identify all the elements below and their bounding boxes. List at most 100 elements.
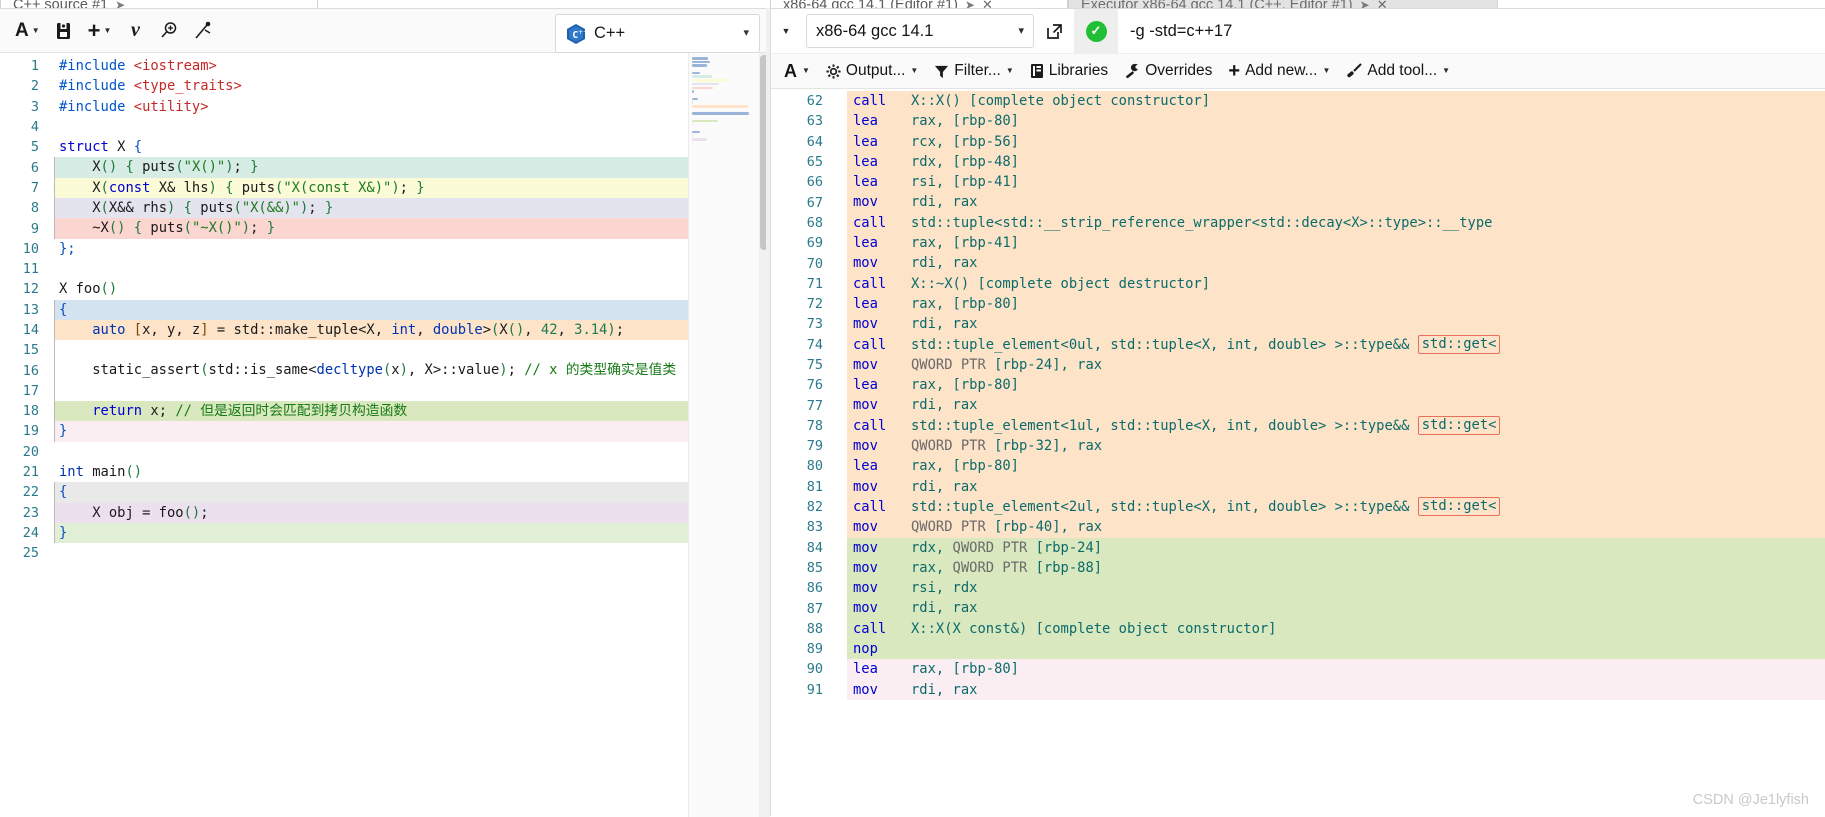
asm-symbol: std::tuple_element<0ul, std::tuple<X, in… xyxy=(911,336,1418,353)
asm-line[interactable]: 85 mov rax, QWORD PTR [rbp-88] xyxy=(771,557,1825,579)
font-size-button[interactable]: A ▼ xyxy=(777,56,817,86)
filter-button[interactable]: Filter... ▼ xyxy=(927,56,1020,86)
asm-line[interactable]: 80 lea rax, [rbp-80] xyxy=(771,456,1825,477)
code-text: X foo() xyxy=(59,281,118,298)
asm-line[interactable]: 81 mov rdi, rax xyxy=(771,476,1825,497)
overrides-button[interactable]: Overrides xyxy=(1117,56,1219,86)
code-line[interactable]: 20 xyxy=(0,442,770,462)
asm-line[interactable]: 86 mov rsi, rdx xyxy=(771,578,1825,599)
asm-line[interactable]: 78 call std::tuple_element<1ul, std::tuple… xyxy=(771,415,1825,437)
code-line[interactable]: 25 xyxy=(0,543,770,563)
asm-line[interactable]: 63 lea rax, [rbp-80] xyxy=(771,111,1825,132)
fold-gutter xyxy=(47,117,55,137)
add-button[interactable]: + ▼ xyxy=(83,15,117,47)
assembly-output[interactable]: 62 call X::X() [complete object constructo… xyxy=(771,89,1825,817)
asm-line[interactable]: 87 mov rdi, rax xyxy=(771,598,1825,619)
pane-splitter[interactable] xyxy=(766,8,770,816)
code-line[interactable]: 9 ~X() { puts("~X()"); } xyxy=(0,218,770,239)
code-line[interactable]: 2 #include <type_traits> xyxy=(0,76,770,96)
highlighted-symbol[interactable]: std::get< xyxy=(1417,497,1501,517)
asm-line[interactable]: 65 lea rdx, [rbp-48] xyxy=(771,151,1825,173)
asm-mnemonic: lea xyxy=(853,113,878,130)
asm-operand: rax, xyxy=(911,559,953,576)
output-button[interactable]: Output... ▼ xyxy=(819,56,925,86)
highlighted-symbol[interactable]: std::get< xyxy=(1417,335,1501,355)
code-line[interactable]: 1 #include <iostream> xyxy=(0,56,770,76)
vim-mode-button[interactable]: v xyxy=(120,15,150,47)
asm-line[interactable]: 77 mov rdi, rax xyxy=(771,395,1825,416)
asm-line[interactable]: 88 call X::X(X const&) [complete object co… xyxy=(771,618,1825,640)
libraries-button[interactable]: Libraries xyxy=(1023,56,1115,86)
highlighted-symbol[interactable]: std::get< xyxy=(1417,416,1501,436)
asm-operands: rax, [rbp-41] xyxy=(905,233,1825,253)
line-number: 15 xyxy=(22,342,39,359)
add-new-button[interactable]: + Add new... ▼ xyxy=(1221,56,1337,86)
code-line[interactable]: 18 return x; // 但是返回时会匹配到拷贝构造函数 xyxy=(0,401,770,422)
code-line[interactable]: 22 { xyxy=(0,482,770,503)
code-line[interactable]: 4 xyxy=(0,117,770,137)
asm-line[interactable]: 75 mov QWORD PTR [rbp-24], rax xyxy=(771,354,1825,376)
asm-line[interactable]: 66 lea rsi, [rbp-41] xyxy=(771,172,1825,193)
asm-line[interactable]: 91 mov rdi, rax xyxy=(771,679,1825,700)
line-number: 83 xyxy=(806,519,823,536)
fold-gutter xyxy=(47,177,55,199)
code-line[interactable]: 11 xyxy=(0,259,770,279)
asm-line[interactable]: 68 call std::tuple<std::__strip_reference_… xyxy=(771,212,1825,234)
add-tool-button[interactable]: Add tool... ▼ xyxy=(1339,56,1457,86)
popout-button[interactable] xyxy=(1034,9,1074,53)
code-line[interactable]: 6 X() { puts("X()"); } xyxy=(0,157,770,178)
asm-line[interactable]: 83 mov QWORD PTR [rbp-40], rax xyxy=(771,517,1825,538)
code-line[interactable]: 14 auto [x, y, z] = std::make_tuple<X, i… xyxy=(0,319,770,341)
fold-gutter xyxy=(47,502,55,523)
asm-line[interactable]: 70 mov rdi, rax xyxy=(771,253,1825,274)
asm-line[interactable]: 89 nop xyxy=(771,639,1825,660)
asm-operands: QWORD PTR [rbp-40], rax xyxy=(905,517,1825,537)
code-line[interactable]: 10}; xyxy=(0,239,770,259)
asm-line[interactable]: 67 mov rdi, rax xyxy=(771,192,1825,213)
asm-line[interactable]: 79 mov QWORD PTR [rbp-32], rax xyxy=(771,436,1825,457)
code-line[interactable]: 24} xyxy=(0,522,770,544)
asm-line[interactable]: 62 call X::X() [complete object constructo… xyxy=(771,91,1825,112)
asm-line[interactable]: 64 lea rcx, [rbp-56] xyxy=(771,131,1825,152)
chevron-down-icon: ▼ xyxy=(1322,66,1331,75)
font-size-button[interactable]: A ▼ xyxy=(10,15,45,47)
asm-line[interactable]: 69 lea rax, [rbp-41] xyxy=(771,233,1825,254)
asm-line[interactable]: 82 call std::tuple_element<2ul, std::tuple… xyxy=(771,496,1825,518)
asm-operands: rdi, rax xyxy=(905,680,1825,700)
quick-search-button[interactable] xyxy=(154,15,184,47)
code-line[interactable]: 7 X(const X& lhs) { puts("X(const X&)");… xyxy=(0,177,770,199)
asm-line[interactable]: 90 lea rax, [rbp-80] xyxy=(771,659,1825,680)
language-select[interactable]: C ++ C++ ▾ xyxy=(555,14,760,53)
line-number: 63 xyxy=(806,113,823,130)
compiler-options-input[interactable] xyxy=(1118,9,1825,53)
code-line[interactable]: 13 { xyxy=(0,299,770,320)
compile-status[interactable]: ✓ xyxy=(1074,9,1118,53)
asm-line[interactable]: 72 lea rax, [rbp-80] xyxy=(771,293,1825,315)
save-button[interactable] xyxy=(49,15,79,47)
asm-operand: rsi, rdx xyxy=(911,580,978,597)
asm-line[interactable]: 73 mov rdi, rax xyxy=(771,314,1825,335)
asm-line[interactable]: 74 call std::tuple_element<0ul, std::tuple… xyxy=(771,334,1825,355)
code-line[interactable]: 17 xyxy=(0,380,770,402)
compiler-select[interactable]: x86-64 gcc 14.1 ▾ xyxy=(806,14,1034,48)
code-line[interactable]: 12 X foo() xyxy=(0,279,770,299)
code-line[interactable]: 19} xyxy=(0,421,770,442)
collapse-caret-icon[interactable]: ▼ xyxy=(771,9,801,53)
magnifier-icon xyxy=(161,21,177,38)
code-line[interactable]: 16 static_assert(std::is_same<decltype(x… xyxy=(0,360,770,381)
code-line[interactable]: 8 X(X&& rhs) { puts("X(&&)"); } xyxy=(0,198,770,219)
code-line[interactable]: 3 #include <utility> xyxy=(0,97,770,117)
code-line[interactable]: 5 struct X { xyxy=(0,137,770,157)
asm-line[interactable]: 76 lea rax, [rbp-80] xyxy=(771,375,1825,396)
code-editor[interactable]: 1 #include <iostream> 2 #include <type_trai… xyxy=(0,53,770,817)
code-line[interactable]: 21 int main() xyxy=(0,462,770,482)
format-button[interactable] xyxy=(188,15,218,47)
plus-icon: + xyxy=(87,17,101,43)
asm-symbol: X::~X() [complete object destructor] xyxy=(911,275,1211,292)
asm-operands: rax, [rbp-80] xyxy=(905,375,1825,395)
button-label: Overrides xyxy=(1145,62,1213,79)
code-line[interactable]: 23 X obj = foo(); xyxy=(0,502,770,523)
code-line[interactable]: 15 xyxy=(0,340,770,361)
asm-line[interactable]: 71 call X::~X() [complete object destructo… xyxy=(771,273,1825,294)
asm-line[interactable]: 84 mov rdx, QWORD PTR [rbp-24] xyxy=(771,537,1825,558)
